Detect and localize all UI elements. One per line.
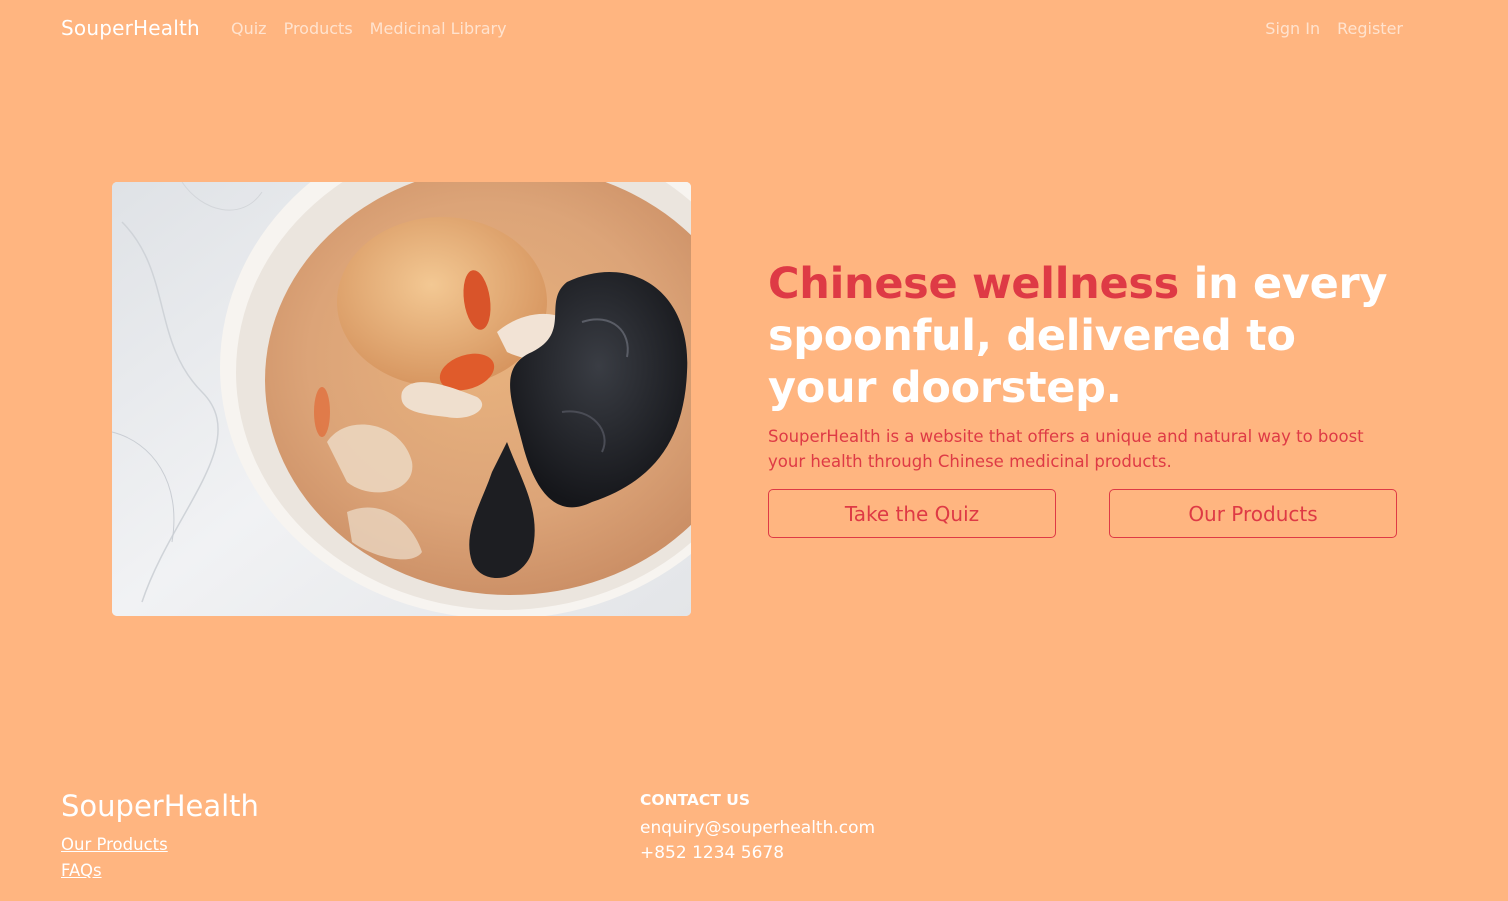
headline-accent: Chinese wellness <box>768 259 1179 309</box>
contact-section: CONTACT US enquiry@souperhealth.com +852… <box>640 791 875 863</box>
footer-link-faqs[interactable]: FAQs <box>61 861 168 880</box>
contact-phone[interactable]: +852 1234 5678 <box>640 843 875 863</box>
take-quiz-button[interactable]: Take the Quiz <box>768 489 1056 538</box>
top-navbar: SouperHealth Quiz Products Medicinal Lib… <box>0 0 1508 58</box>
sign-in-link[interactable]: Sign In <box>1265 19 1320 38</box>
register-link[interactable]: Register <box>1337 19 1403 38</box>
hero-cta-group: Take the Quiz Our Products <box>768 489 1399 540</box>
footer-brand: SouperHealth <box>61 789 259 823</box>
nav-link-products[interactable]: Products <box>284 19 353 38</box>
primary-nav: Quiz Products Medicinal Library <box>231 19 507 38</box>
contact-heading: CONTACT US <box>640 791 750 809</box>
brand-logo-link[interactable]: SouperHealth <box>61 16 200 40</box>
nav-link-medicinal-library[interactable]: Medicinal Library <box>370 19 507 38</box>
hero-description: SouperHealth is a website that offers a … <box>768 427 1364 471</box>
soup-bowl-illustration <box>112 182 691 616</box>
hero-headline: Chinese wellness in every spoonful, deli… <box>768 258 1408 414</box>
contact-email[interactable]: enquiry@souperhealth.com <box>640 818 875 838</box>
hero-soup-image <box>112 182 691 616</box>
footer-links: Our Products FAQs <box>61 835 168 880</box>
hero-copy: Chinese wellness in every spoonful, deli… <box>768 258 1408 474</box>
auth-nav: Sign In Register <box>1265 19 1403 38</box>
our-products-button[interactable]: Our Products <box>1109 489 1397 538</box>
footer-link-our-products[interactable]: Our Products <box>61 835 168 854</box>
nav-link-quiz[interactable]: Quiz <box>231 19 267 38</box>
